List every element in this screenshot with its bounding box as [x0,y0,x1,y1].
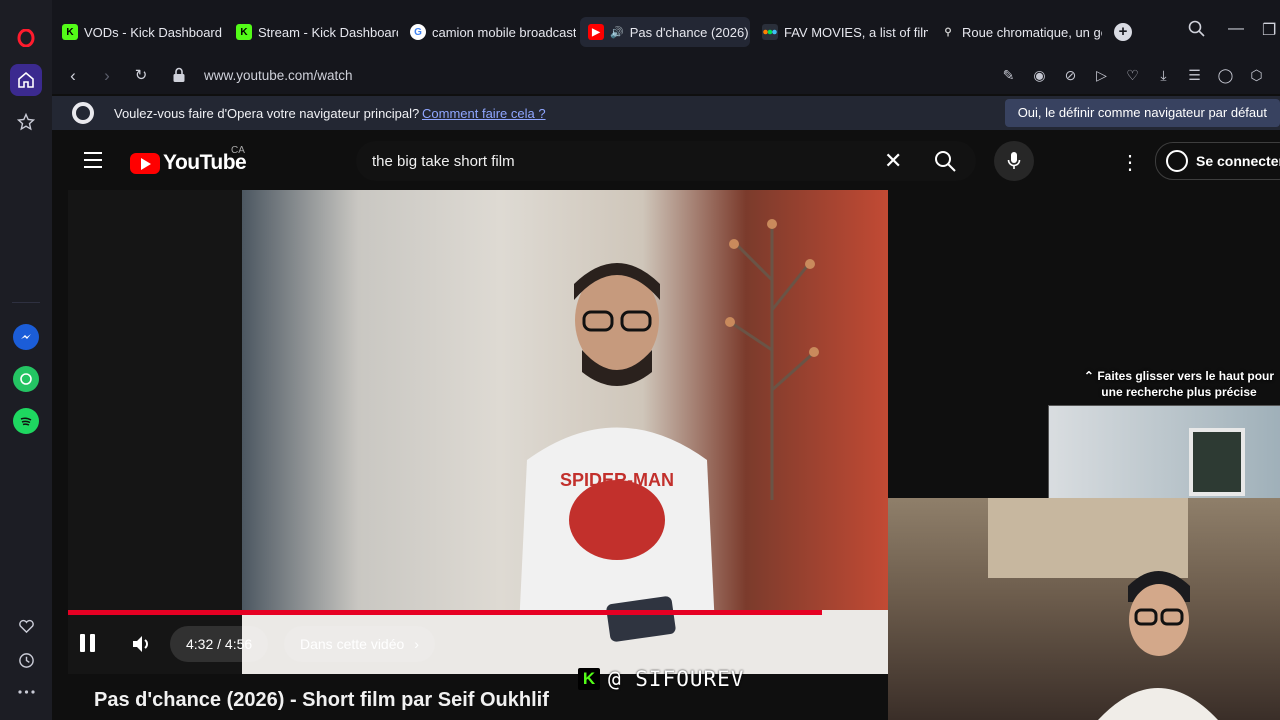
address-bar: ‹ › ↻ www.youtube.com/watch ✎ ◉ ⊘ ▷ ♡ ⤓ … [52,58,1280,94]
download-icon[interactable]: ⤓ [1154,66,1173,85]
tab-letterboxd[interactable]: FAV MOVIES, a list of films [754,17,928,47]
set-default-button[interactable]: Oui, le définir comme navigateur par déf… [1004,99,1280,127]
tab-google-search[interactable]: G camion mobile broadcasti [402,17,576,47]
edit-icon[interactable]: ✎ [999,66,1018,85]
youtube-icon: ▶ [588,24,604,40]
player-controls: 4:32 / 4:56 Dans cette vidéo › [68,622,888,668]
video-title: Pas d'chance (2026) - Short film par Sei… [94,689,549,711]
infobar-howto-link[interactable]: Comment faire cela ? [422,106,546,121]
sign-in-label: Se connecter [1196,153,1280,169]
tab-color-wheel[interactable]: ⚲ Roue chromatique, un gén [932,17,1102,47]
tab-title: FAV MOVIES, a list of films [784,24,928,40]
kick-icon: K [62,24,78,40]
menu-hamburger-icon[interactable] [84,152,102,173]
kick-handle-text: @ SIFOUREV [608,667,745,691]
account-avatar-icon [1166,150,1188,172]
country-code: CA [231,145,245,156]
minimize-icon[interactable]: — [1228,20,1244,38]
mini-preview [1048,405,1280,501]
default-browser-infobar: Voulez-vous faire d'Opera votre navigate… [52,96,1280,130]
opera-logo-icon[interactable] [10,22,42,54]
letterboxd-icon [762,24,778,40]
tab-strip: K VODs - Kick Dashboard K Stream - Kick … [52,0,1280,58]
favorite-heart-icon[interactable]: ♡ [1123,66,1142,85]
tab-title: Pas d'chance (2026) - S [629,24,750,40]
kick-icon: K [236,24,252,40]
volume-icon[interactable] [130,632,154,656]
spotify-icon[interactable] [13,408,39,434]
new-tab-plus-icon[interactable]: + [1114,23,1132,41]
camera-snapshot-icon[interactable]: ◉ [1030,66,1049,85]
video-progress-bar[interactable] [68,610,823,615]
pause-icon[interactable] [80,634,98,654]
voice-search-mic-icon[interactable] [994,141,1034,181]
home-icon[interactable] [10,64,42,96]
clear-search-icon[interactable]: ✕ [884,148,902,174]
history-clock-icon[interactable] [10,644,42,676]
youtube-play-logo-icon [130,152,160,174]
sidebar-divider [12,302,40,303]
search-hint-tooltip: ⌃ Faites glisser vers le haut pour une r… [1074,368,1280,400]
tab-stream-kick[interactable]: K Stream - Kick Dashboard [228,17,398,47]
adblock-icon[interactable]: ⊘ [1061,66,1080,85]
whatsapp-icon[interactable] [13,366,39,392]
youtube-logo[interactable]: YouTube [130,151,247,175]
search-box[interactable]: the big take short film ✕ [356,141,976,181]
chapters-button[interactable]: Dans cette vidéo › [284,626,435,662]
search-icon[interactable] [933,149,957,173]
infobar-message: Voulez-vous faire d'Opera votre navigate… [114,106,420,121]
streamer-with-glasses-and-cap [1098,571,1218,720]
forward-arrow-icon[interactable]: › [96,65,118,87]
sign-in-button[interactable]: Se connecter [1155,142,1280,180]
tab-title: Roue chromatique, un gén [962,24,1102,40]
tab-title: VODs - Kick Dashboard [84,24,222,40]
more-dots-icon[interactable] [10,676,42,708]
tab-youtube-active[interactable]: ▶ 🔊 Pas d'chance (2026) - S [580,17,750,47]
bookmarks-star-icon[interactable] [10,106,42,138]
chevron-right-icon: › [414,636,419,652]
preview-subject [1189,428,1245,496]
kick-handle-overlay: K @ SIFOUREV [578,667,744,691]
opera-sidebar [0,0,52,720]
lock-icon [173,67,185,82]
tab-search-icon[interactable] [1188,20,1205,42]
search-input[interactable]: the big take short film [372,153,515,170]
tab-title: camion mobile broadcasti [432,24,576,40]
kick-logo-icon: K [578,668,600,690]
easy-setup-icon[interactable]: ☰ [1185,66,1204,85]
extensions-cube-icon[interactable]: ⬡ [1247,66,1266,85]
toolbar-icons: ✎ ◉ ⊘ ▷ ♡ ⤓ ☰ ◯ ⬡ [999,66,1266,85]
google-icon: G [410,24,426,40]
tab-title: Stream - Kick Dashboard [258,24,398,40]
search-hint-text: Faites glisser vers le haut pour une rec… [1097,369,1275,399]
decorated-tree-branch [725,219,819,500]
color-wheel-icon: ⚲ [944,26,952,38]
url-field[interactable]: www.youtube.com/watch [204,68,353,83]
time-display: 4:32 / 4:56 [170,626,269,662]
speaker-audio-icon[interactable]: 🔊 [610,26,624,39]
svg-text:SPIDER-MAN: SPIDER-MAN [560,470,674,490]
heart-icon[interactable] [10,610,42,642]
tab-vods-kick[interactable]: K VODs - Kick Dashboard [54,17,224,47]
opera-o-icon [72,102,94,124]
messenger-icon[interactable] [13,324,39,350]
chapters-label: Dans cette vidéo [300,636,405,652]
reload-icon[interactable]: ↻ [130,65,152,87]
video-frame: SPIDER-MAN [242,190,888,674]
back-arrow-icon[interactable]: ‹ [62,65,84,87]
video-player[interactable]: SPIDER-MAN 4:32 / 4:56 Dans cette vidéo … [68,190,888,674]
account-icon[interactable]: ◯ [1216,66,1235,85]
double-chevron-up-icon: ⌃ [1083,369,1094,383]
player-icon[interactable]: ▷ [1092,66,1111,85]
settings-more-vertical-icon[interactable]: ⋮ [1120,150,1140,175]
restore-window-icon[interactable]: ❐ [1262,20,1276,40]
streamer-webcam-overlay [888,498,1280,720]
